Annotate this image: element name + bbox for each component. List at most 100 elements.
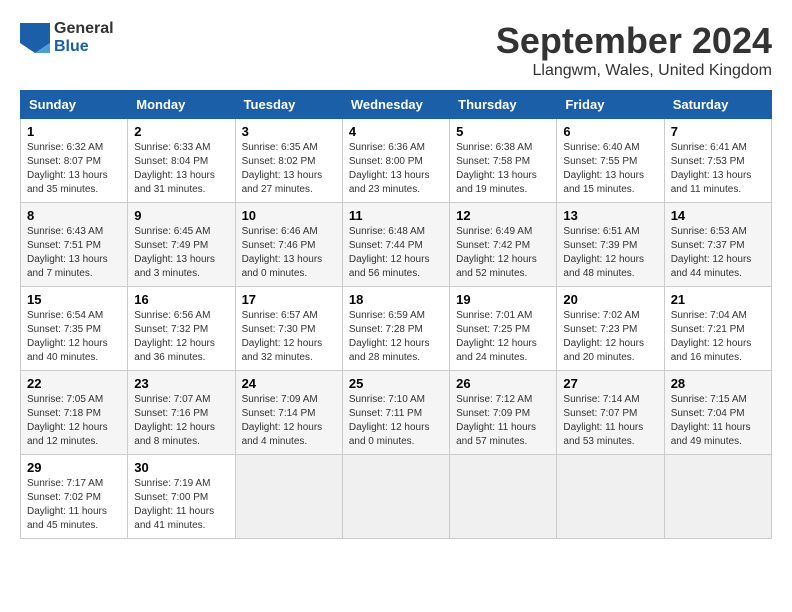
day-info: Sunrise: 6:45 AMSunset: 7:49 PMDaylight:…: [134, 225, 228, 281]
day-info: Sunrise: 6:59 AMSunset: 7:28 PMDaylight:…: [349, 309, 443, 365]
table-row: 28 Sunrise: 7:15 AMSunset: 7:04 PMDayligh…: [664, 371, 771, 455]
day-info: Sunrise: 6:36 AMSunset: 8:00 PMDaylight:…: [349, 141, 443, 197]
table-row: [664, 455, 771, 539]
day-info: Sunrise: 7:19 AMSunset: 7:00 PMDaylight:…: [134, 477, 228, 533]
day-info: Sunrise: 7:02 AMSunset: 7:23 PMDaylight:…: [563, 309, 657, 365]
day-info: Sunrise: 6:32 AMSunset: 8:07 PMDaylight:…: [27, 141, 121, 197]
day-number: 17: [242, 292, 336, 307]
day-info: Sunrise: 6:43 AMSunset: 7:51 PMDaylight:…: [27, 225, 121, 281]
table-row: 8 Sunrise: 6:43 AMSunset: 7:51 PMDaylight…: [21, 203, 128, 287]
day-info: Sunrise: 6:38 AMSunset: 7:58 PMDaylight:…: [456, 141, 550, 197]
day-number: 30: [134, 460, 228, 475]
col-saturday: Saturday: [664, 91, 771, 119]
day-number: 10: [242, 208, 336, 223]
table-row: [235, 455, 342, 539]
day-number: 8: [27, 208, 121, 223]
day-info: Sunrise: 6:48 AMSunset: 7:44 PMDaylight:…: [349, 225, 443, 281]
day-number: 1: [27, 124, 121, 139]
logo-general-text: General: [54, 20, 114, 38]
title-block: September 2024 Llangwm, Wales, United Ki…: [496, 20, 772, 80]
table-row: 30 Sunrise: 7:19 AMSunset: 7:00 PMDayligh…: [128, 455, 235, 539]
table-row: 24 Sunrise: 7:09 AMSunset: 7:14 PMDayligh…: [235, 371, 342, 455]
day-info: Sunrise: 6:54 AMSunset: 7:35 PMDaylight:…: [27, 309, 121, 365]
day-number: 5: [456, 124, 550, 139]
day-info: Sunrise: 7:01 AMSunset: 7:25 PMDaylight:…: [456, 309, 550, 365]
logo: General Blue: [20, 20, 114, 55]
day-number: 28: [671, 376, 765, 391]
day-number: 22: [27, 376, 121, 391]
logo-icon: [20, 23, 50, 53]
calendar-week-row: 29 Sunrise: 7:17 AMSunset: 7:02 PMDayligh…: [21, 455, 772, 539]
table-row: 27Sunrise: 7:14 AMSunset: 7:07 PMDayligh…: [557, 371, 664, 455]
day-number: 21: [671, 292, 765, 307]
month-title: September 2024: [496, 20, 772, 62]
table-row: 7 Sunrise: 6:41 AMSunset: 7:53 PMDaylight…: [664, 119, 771, 203]
table-row: 3 Sunrise: 6:35 AMSunset: 8:02 PMDaylight…: [235, 119, 342, 203]
day-number: 11: [349, 208, 443, 223]
table-row: 16 Sunrise: 6:56 AMSunset: 7:32 PMDayligh…: [128, 287, 235, 371]
page-header: General Blue September 2024 Llangwm, Wal…: [20, 20, 772, 80]
logo-text: General Blue: [54, 20, 114, 55]
day-info: Sunrise: 6:49 AMSunset: 7:42 PMDaylight:…: [456, 225, 550, 281]
table-row: 15Sunrise: 6:54 AMSunset: 7:35 PMDayligh…: [21, 287, 128, 371]
table-row: 11 Sunrise: 6:48 AMSunset: 7:44 PMDayligh…: [342, 203, 449, 287]
day-info: Sunrise: 6:35 AMSunset: 8:02 PMDaylight:…: [242, 141, 336, 197]
table-row: 25Sunrise: 7:10 AMSunset: 7:11 PMDayligh…: [342, 371, 449, 455]
day-info: Sunrise: 7:04 AMSunset: 7:21 PMDaylight:…: [671, 309, 765, 365]
day-number: 4: [349, 124, 443, 139]
calendar-table: Sunday Monday Tuesday Wednesday Thursday…: [20, 90, 772, 539]
table-row: 2 Sunrise: 6:33 AMSunset: 8:04 PMDaylight…: [128, 119, 235, 203]
day-number: 20: [563, 292, 657, 307]
day-number: 16: [134, 292, 228, 307]
day-info: Sunrise: 6:46 AMSunset: 7:46 PMDaylight:…: [242, 225, 336, 281]
day-number: 18: [349, 292, 443, 307]
table-row: 4 Sunrise: 6:36 AMSunset: 8:00 PMDaylight…: [342, 119, 449, 203]
day-number: 23: [134, 376, 228, 391]
day-info: Sunrise: 6:41 AMSunset: 7:53 PMDaylight:…: [671, 141, 765, 197]
table-row: 12 Sunrise: 6:49 AMSunset: 7:42 PMDayligh…: [450, 203, 557, 287]
table-row: 13Sunrise: 6:51 AMSunset: 7:39 PMDayligh…: [557, 203, 664, 287]
day-number: 25: [349, 376, 443, 391]
day-info: Sunrise: 6:57 AMSunset: 7:30 PMDaylight:…: [242, 309, 336, 365]
table-row: 10 Sunrise: 6:46 AMSunset: 7:46 PMDayligh…: [235, 203, 342, 287]
day-number: 2: [134, 124, 228, 139]
day-info: Sunrise: 7:12 AMSunset: 7:09 PMDaylight:…: [456, 393, 550, 449]
day-info: Sunrise: 6:40 AMSunset: 7:55 PMDaylight:…: [563, 141, 657, 197]
col-tuesday: Tuesday: [235, 91, 342, 119]
table-row: 21 Sunrise: 7:04 AMSunset: 7:21 PMDayligh…: [664, 287, 771, 371]
day-info: Sunrise: 6:56 AMSunset: 7:32 PMDaylight:…: [134, 309, 228, 365]
table-row: 29 Sunrise: 7:17 AMSunset: 7:02 PMDayligh…: [21, 455, 128, 539]
table-row: 5 Sunrise: 6:38 AMSunset: 7:58 PMDaylight…: [450, 119, 557, 203]
day-info: Sunrise: 7:17 AMSunset: 7:02 PMDaylight:…: [27, 477, 121, 533]
day-info: Sunrise: 7:07 AMSunset: 7:16 PMDaylight:…: [134, 393, 228, 449]
table-row: 1 Sunrise: 6:32 AMSunset: 8:07 PMDaylight…: [21, 119, 128, 203]
table-row: 23 Sunrise: 7:07 AMSunset: 7:16 PMDayligh…: [128, 371, 235, 455]
calendar-header-row: Sunday Monday Tuesday Wednesday Thursday…: [21, 91, 772, 119]
day-number: 6: [563, 124, 657, 139]
day-info: Sunrise: 6:33 AMSunset: 8:04 PMDaylight:…: [134, 141, 228, 197]
table-row: [342, 455, 449, 539]
day-number: 19: [456, 292, 550, 307]
table-row: 9Sunrise: 6:45 AMSunset: 7:49 PMDaylight…: [128, 203, 235, 287]
day-number: 7: [671, 124, 765, 139]
day-info: Sunrise: 7:15 AMSunset: 7:04 PMDaylight:…: [671, 393, 765, 449]
day-number: 29: [27, 460, 121, 475]
col-wednesday: Wednesday: [342, 91, 449, 119]
day-info: Sunrise: 7:09 AMSunset: 7:14 PMDaylight:…: [242, 393, 336, 449]
col-friday: Friday: [557, 91, 664, 119]
col-thursday: Thursday: [450, 91, 557, 119]
day-info: Sunrise: 7:14 AMSunset: 7:07 PMDaylight:…: [563, 393, 657, 449]
day-number: 12: [456, 208, 550, 223]
location-text: Llangwm, Wales, United Kingdom: [496, 62, 772, 80]
table-row: 26Sunrise: 7:12 AMSunset: 7:09 PMDayligh…: [450, 371, 557, 455]
logo-blue-text: Blue: [54, 38, 114, 56]
day-info: Sunrise: 6:51 AMSunset: 7:39 PMDaylight:…: [563, 225, 657, 281]
day-number: 24: [242, 376, 336, 391]
table-row: 19 Sunrise: 7:01 AMSunset: 7:25 PMDayligh…: [450, 287, 557, 371]
table-row: 17 Sunrise: 6:57 AMSunset: 7:30 PMDayligh…: [235, 287, 342, 371]
calendar-week-row: 1 Sunrise: 6:32 AMSunset: 8:07 PMDaylight…: [21, 119, 772, 203]
day-number: 3: [242, 124, 336, 139]
table-row: 6 Sunrise: 6:40 AMSunset: 7:55 PMDaylight…: [557, 119, 664, 203]
col-monday: Monday: [128, 91, 235, 119]
table-row: [557, 455, 664, 539]
